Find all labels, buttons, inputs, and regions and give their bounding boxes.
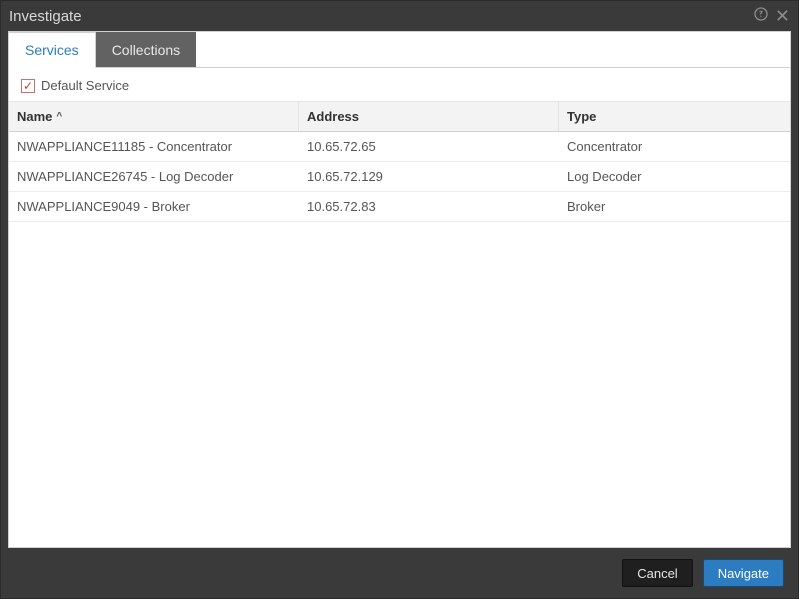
titlebar: Investigate ✕ [1, 1, 798, 31]
table-row[interactable]: NWAPPLIANCE11185 - Concentrator 10.65.72… [9, 132, 790, 162]
cell-name: NWAPPLIANCE11185 - Concentrator [9, 132, 299, 161]
cell-name: NWAPPLIANCE26745 - Log Decoder [9, 162, 299, 191]
cell-type: Concentrator [559, 132, 790, 161]
tab-bar: Services Collections [9, 32, 790, 68]
column-header-type-label: Type [567, 109, 596, 124]
default-service-checkbox[interactable]: ✓ [21, 79, 35, 93]
tab-collections[interactable]: Collections [96, 32, 196, 67]
investigate-dialog: Investigate ✕ Services Collections ✓ Def… [0, 0, 799, 599]
default-service-label: Default Service [41, 78, 129, 93]
table-header: Name ^ Address Type [9, 102, 790, 132]
dialog-title: Investigate [9, 8, 82, 25]
default-service-row: ✓ Default Service [9, 68, 790, 102]
cancel-button[interactable]: Cancel [622, 559, 692, 587]
titlebar-actions: ✕ [753, 6, 790, 26]
tab-services-label: Services [25, 42, 79, 58]
cell-type: Broker [559, 192, 790, 221]
table-row[interactable]: NWAPPLIANCE9049 - Broker 10.65.72.83 Bro… [9, 192, 790, 222]
cell-address: 10.65.72.129 [299, 162, 559, 191]
cell-type: Log Decoder [559, 162, 790, 191]
cell-name: NWAPPLIANCE9049 - Broker [9, 192, 299, 221]
table-row[interactable]: NWAPPLIANCE26745 - Log Decoder 10.65.72.… [9, 162, 790, 192]
cancel-button-label: Cancel [637, 566, 677, 581]
navigate-button-label: Navigate [718, 566, 769, 581]
close-icon[interactable]: ✕ [775, 7, 790, 25]
cell-address: 10.65.72.65 [299, 132, 559, 161]
column-header-name-label: Name [17, 109, 52, 124]
tab-services[interactable]: Services [9, 32, 96, 68]
dialog-footer: Cancel Navigate [1, 548, 798, 598]
sort-asc-icon: ^ [56, 111, 62, 122]
navigate-button[interactable]: Navigate [703, 559, 784, 587]
tab-collections-label: Collections [112, 42, 180, 58]
table-body: NWAPPLIANCE11185 - Concentrator 10.65.72… [9, 132, 790, 547]
help-icon[interactable] [753, 6, 769, 26]
column-header-address[interactable]: Address [299, 102, 559, 131]
cell-address: 10.65.72.83 [299, 192, 559, 221]
dialog-content: Services Collections ✓ Default Service N… [8, 31, 791, 548]
column-header-name[interactable]: Name ^ [9, 102, 299, 131]
column-header-type[interactable]: Type [559, 102, 790, 131]
column-header-address-label: Address [307, 109, 359, 124]
